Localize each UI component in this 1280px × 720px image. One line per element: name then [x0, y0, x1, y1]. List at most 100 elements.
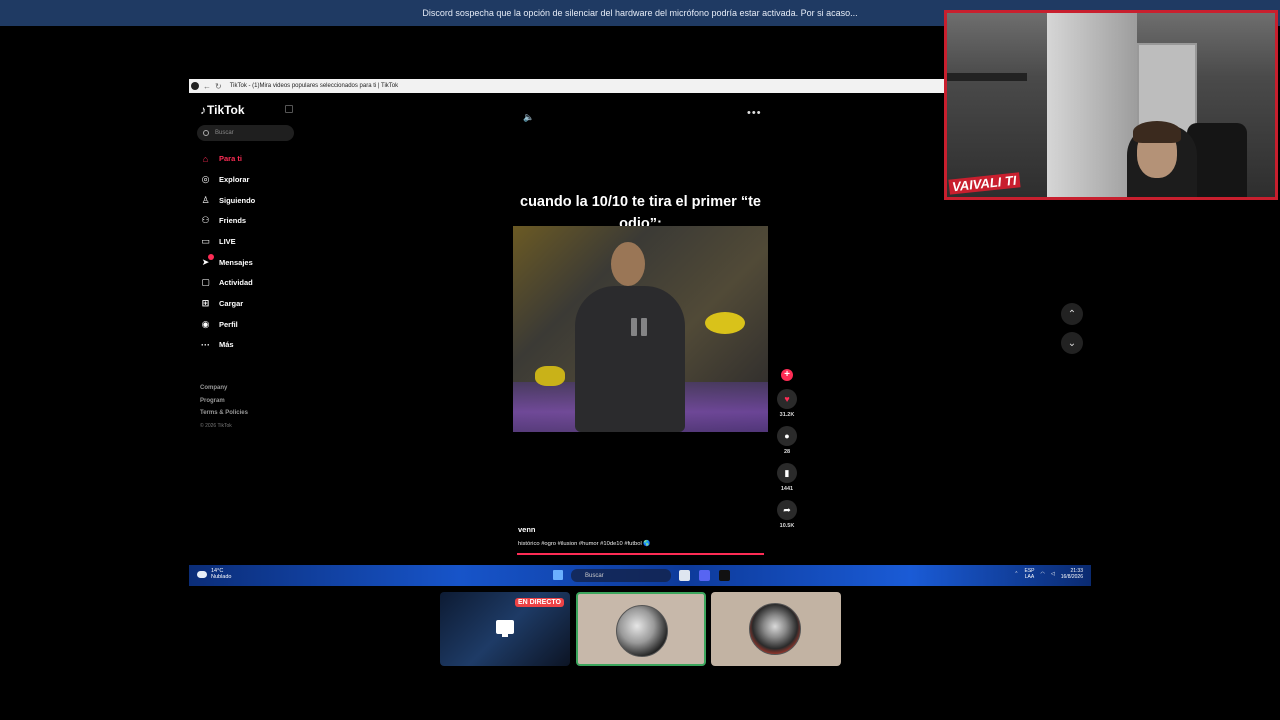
notification-badge	[208, 254, 214, 260]
browser-tab-title: TikTok - (1)Mira videos populares selecc…	[229, 83, 399, 89]
activity-icon: ▢	[201, 277, 210, 287]
sidebar-item-label: Perfil	[219, 320, 238, 329]
tiktok-logo-text: TikTok	[207, 103, 245, 117]
avatar	[616, 605, 668, 657]
friends-icon: ⚇	[201, 215, 210, 225]
windows-start-icon[interactable]	[553, 570, 563, 580]
language-indicator[interactable]: ESP LAA	[1025, 568, 1035, 580]
cloud-icon	[197, 570, 207, 578]
upload-icon: ⊞	[201, 298, 210, 308]
speaker-icon[interactable]: 🔈	[523, 112, 534, 123]
pause-icon[interactable]	[631, 318, 647, 336]
back-icon[interactable]: ←	[203, 82, 211, 91]
sidebar-item-actividad[interactable]: ▢ Actividad	[200, 277, 253, 288]
task-view-icon[interactable]	[679, 570, 690, 581]
sidebar-item-mas[interactable]: ··· Más	[200, 339, 234, 350]
sidebar-item-cargar[interactable]: ⊞ Cargar	[200, 298, 243, 309]
previous-video-button[interactable]: ⌃	[1061, 303, 1083, 325]
sidebar-item-label: Friends	[219, 216, 247, 225]
webcam-wall	[1047, 13, 1137, 197]
share-button[interactable]: ➦ 10.5K	[776, 500, 798, 529]
compass-icon: ◎	[201, 174, 210, 184]
search-input[interactable]: Buscar	[197, 125, 294, 141]
webcam-logo: VAIVALI TI	[948, 172, 1021, 195]
search-icon	[203, 130, 209, 136]
video-progress-bar[interactable]	[517, 553, 764, 555]
bookmark-icon: ▮	[777, 463, 797, 483]
sidebar-item-explorar[interactable]: ◎ Explorar	[200, 174, 250, 185]
chevron-down-icon: ⌄	[1067, 337, 1077, 349]
volume-icon[interactable]: ◁	[1051, 571, 1055, 577]
tiktok-app-icon[interactable]	[719, 570, 730, 581]
system-clock[interactable]: 21:33 16/8/2026	[1061, 568, 1083, 580]
weather-description: Nublado	[211, 574, 232, 580]
sidebar-item-label: Más	[219, 340, 234, 349]
footer-program-link[interactable]: Program	[200, 395, 248, 408]
live-icon: ▭	[201, 236, 210, 246]
heart-icon: ♥	[777, 389, 797, 409]
sidebar-item-label: Para ti	[219, 154, 242, 163]
profile-avatar-icon: ◉	[201, 319, 210, 329]
stream-tile-user[interactable]	[576, 592, 706, 666]
sidebar-item-siguiendo[interactable]: ♙ Siguiendo	[200, 195, 255, 206]
video-player[interactable]	[513, 226, 768, 432]
tiktok-logo[interactable]: ♪ TikTok	[200, 103, 245, 117]
footer-terms-link[interactable]: Terms & Policies	[200, 407, 248, 420]
weather-widget[interactable]: 14°C Nublado	[197, 568, 232, 580]
sidebar-footer: Company Program Terms & Policies © 2026 …	[200, 382, 248, 432]
save-button[interactable]: ▮ 1441	[776, 463, 798, 492]
webcam-shelf	[947, 73, 1027, 81]
browser-logo-icon	[191, 82, 199, 90]
comment-count: 28	[783, 449, 791, 455]
sidebar-item-label: LIVE	[219, 237, 236, 246]
taskbar-search-input[interactable]: Buscar	[571, 569, 671, 582]
stream-tile-screen-share[interactable]: EN DIRECTO	[440, 592, 570, 666]
webcam-hair	[1133, 121, 1181, 143]
video-hashtags[interactable]: histórico #ogro #ilusion #humor #10de10 …	[518, 541, 651, 547]
windows-taskbar: 14°C Nublado Buscar ⌃ ESP LAA ◠ ◁ 21:33 …	[189, 565, 1091, 586]
taskbar-search-placeholder: Buscar	[585, 572, 604, 579]
collapse-sidebar-icon[interactable]	[285, 105, 293, 113]
sidebar-item-mensajes[interactable]: ➤ Mensajes	[200, 254, 253, 268]
comment-icon: ●	[777, 426, 797, 446]
stream-tile-user[interactable]	[711, 592, 841, 666]
comment-button[interactable]: ● 28	[776, 426, 798, 455]
video-frame-fan	[705, 312, 745, 334]
video-progress-fill	[517, 553, 764, 555]
tiktok-note-icon: ♪	[200, 103, 206, 117]
save-count: 1441	[780, 486, 794, 492]
footer-company-link[interactable]: Company	[200, 382, 248, 395]
screen: Discord sospecha que la opción de silenc…	[0, 0, 1280, 720]
tray-chevron-icon[interactable]: ⌃	[1014, 571, 1018, 577]
search-placeholder: Buscar	[215, 130, 234, 136]
sidebar-item-label: Actividad	[219, 278, 253, 287]
live-badge: EN DIRECTO	[514, 598, 564, 607]
footer-copyright: © 2026 TikTok	[200, 422, 232, 429]
discord-app-icon[interactable]	[699, 570, 710, 581]
banner-text: Discord sospecha que la opción de silenc…	[422, 8, 858, 18]
share-count: 10.5K	[779, 523, 795, 529]
sidebar-item-label: Cargar	[219, 299, 244, 308]
sidebar-item-friends[interactable]: ⚇ Friends	[200, 215, 246, 226]
tiktok-sidebar: ♪ TikTok Buscar ⌂ Para ti ◎ Explorar ♙ S…	[189, 93, 299, 565]
wifi-icon[interactable]: ◠	[1041, 571, 1045, 577]
screen-share-icon	[496, 620, 514, 637]
like-button[interactable]: ♥ 31.2K	[776, 389, 798, 418]
more-options-icon[interactable]: •••	[747, 107, 762, 119]
sidebar-item-perfil[interactable]: ◉ Perfil	[200, 319, 238, 330]
follow-plus-icon[interactable]: +	[781, 369, 793, 381]
video-frame-fan	[535, 366, 565, 386]
like-count: 31.2K	[779, 412, 795, 418]
messages-icon: ➤	[200, 254, 214, 268]
more-dots-icon: ···	[201, 339, 210, 350]
next-video-button[interactable]: ⌄	[1061, 332, 1083, 354]
sidebar-item-para-ti[interactable]: ⌂ Para ti	[200, 153, 242, 164]
following-icon: ♙	[201, 195, 210, 205]
reload-icon[interactable]: ↻	[215, 82, 222, 91]
sidebar-item-live[interactable]: ▭ LIVE	[200, 236, 236, 247]
share-icon: ➦	[777, 500, 797, 520]
sidebar-item-label: Explorar	[219, 175, 250, 184]
video-frame-person	[575, 286, 685, 432]
avatar	[749, 603, 801, 655]
video-username[interactable]: venn	[518, 525, 536, 534]
